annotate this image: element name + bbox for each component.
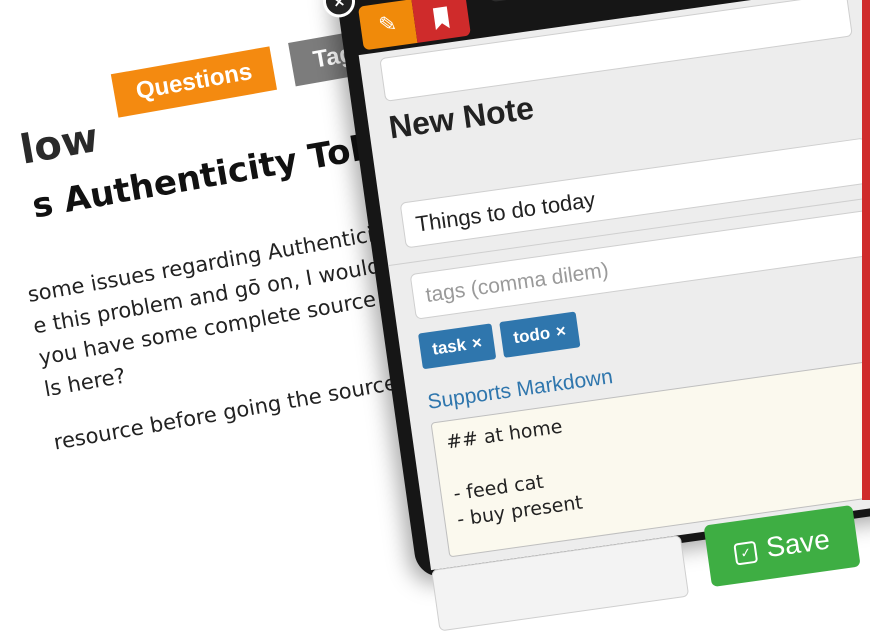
pencil-icon[interactable]: ✎ [357, 0, 418, 51]
questions-tab[interactable]: Questions [110, 46, 278, 118]
adjacent-device-edge [862, 0, 870, 500]
site-logo-text: low [16, 114, 102, 174]
bookmark-icon[interactable] [411, 0, 472, 43]
check-icon: ✓ [733, 540, 759, 566]
tag-chip-todo[interactable]: todo × [499, 311, 581, 358]
note-editor-screen: New Note Things to do today tags (comma … [358, 0, 870, 632]
tag-chip-label: task [430, 335, 468, 359]
save-button-label: Save [764, 523, 832, 564]
tag-chip-label: todo [512, 323, 552, 348]
bookmark-shape [432, 6, 450, 31]
remove-tag-icon[interactable]: × [555, 321, 567, 341]
note-app-phone: × ✎ New Note Things to do today tags (co… [320, 0, 870, 632]
tag-chip-task[interactable]: task × [417, 323, 497, 370]
toolbar-pill [486, 0, 608, 3]
remove-tag-icon[interactable]: × [471, 333, 483, 353]
